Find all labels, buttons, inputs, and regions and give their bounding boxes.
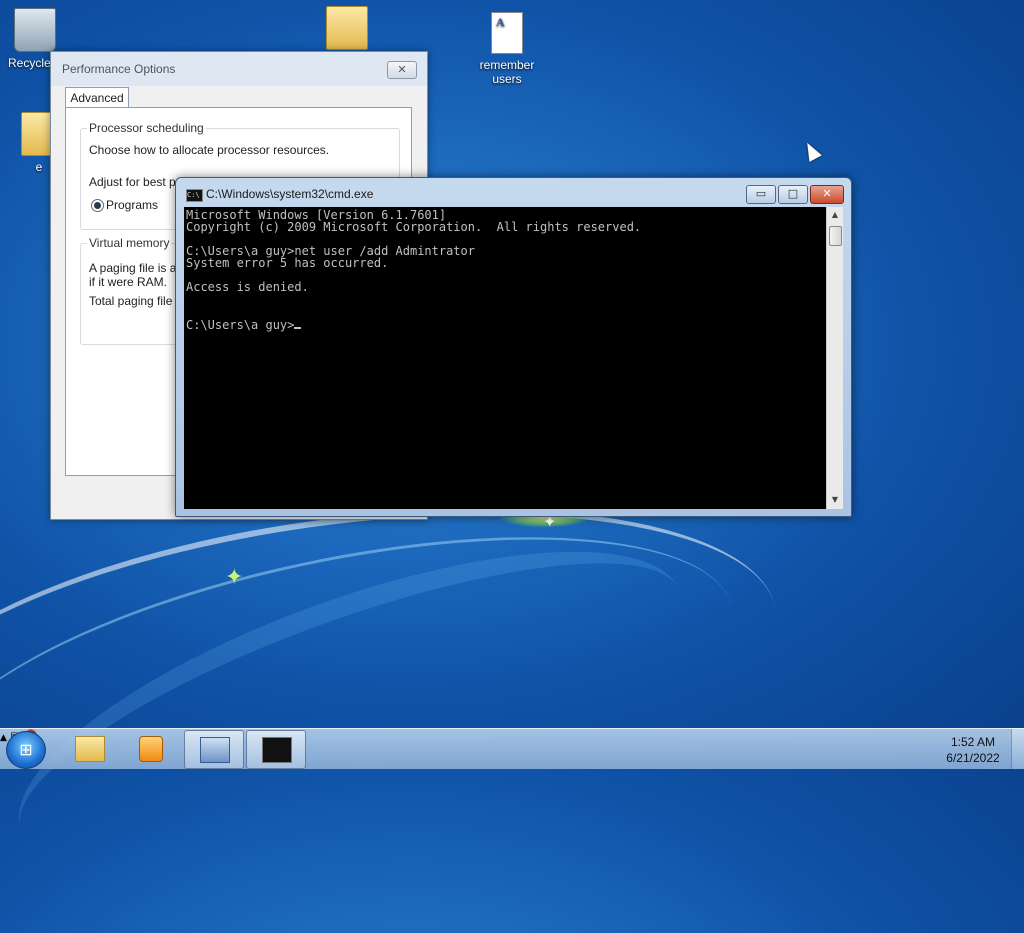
- wallpaper-sparkle: ✦: [225, 565, 244, 590]
- console-prompt-line: C:\Users\a guy>: [186, 317, 828, 331]
- console-prompt: C:\Users\a guy>: [186, 318, 295, 332]
- taskbar-cmd-button[interactable]: [246, 730, 306, 769]
- show-desktop-button[interactable]: [1011, 729, 1024, 769]
- console-line: Access is denied.: [186, 280, 309, 294]
- scroll-down-arrow-icon[interactable]: ▼: [827, 492, 843, 508]
- cmd-icon: C:\: [186, 189, 203, 202]
- clock-time: 1:52 AM: [950, 735, 996, 749]
- paging-description: A paging file is an: [89, 261, 184, 275]
- processor-description: Choose how to allocate processor resourc…: [89, 143, 330, 157]
- console-line: Copyright (c) 2009 Microsoft Corporation…: [186, 220, 642, 234]
- taskbar-control-panel-button[interactable]: [184, 730, 244, 769]
- taskbar: ⊞ ▲ ⧉ 🔇 1:52 AM 6/21/2022: [0, 728, 1024, 769]
- minimize-icon: ▭: [755, 187, 767, 200]
- scroll-up-arrow-icon[interactable]: ▲: [827, 207, 843, 223]
- close-button[interactable]: ✕: [387, 61, 417, 79]
- programs-radio[interactable]: [91, 199, 104, 212]
- text-cursor: [294, 317, 302, 329]
- vertical-scrollbar[interactable]: ▲ ▼: [826, 207, 843, 509]
- taskbar-explorer-button[interactable]: [60, 730, 118, 767]
- close-icon: ✕: [397, 63, 407, 76]
- paging-description: if it were RAM.: [89, 275, 168, 289]
- start-button[interactable]: ⊞: [6, 731, 46, 769]
- folder-icon: [75, 736, 105, 762]
- desktop-icon-folder[interactable]: [312, 6, 382, 54]
- maximize-button[interactable]: □: [778, 185, 808, 204]
- minimize-button[interactable]: ▭: [746, 185, 776, 204]
- windows-logo-icon: ⊞: [19, 740, 33, 759]
- media-player-icon: [139, 736, 163, 762]
- document-icon: [491, 12, 523, 54]
- adjust-label: Adjust for best pe: [89, 175, 183, 189]
- folder-icon: [326, 6, 368, 50]
- scroll-thumb[interactable]: [829, 226, 842, 246]
- console-output[interactable]: Microsoft Windows [Version 6.1.7601] Copy…: [184, 207, 828, 509]
- desktop-icon-label: remember users: [479, 58, 535, 86]
- window-title: C:\Windows\system32\cmd.exe: [206, 187, 374, 201]
- tab-advanced[interactable]: Advanced: [65, 87, 129, 108]
- maximize-icon: □: [787, 187, 799, 200]
- cmd-window[interactable]: C:\ C:\Windows\system32\cmd.exe ▭ □ ✕ Mi…: [175, 177, 852, 517]
- window-title: Performance Options: [62, 62, 176, 76]
- system-properties-icon: [200, 737, 230, 763]
- console-line: System error 5 has occurred.: [186, 256, 389, 270]
- show-hidden-icons-button[interactable]: ▲: [0, 733, 7, 743]
- total-paging-label: Total paging file si: [89, 294, 185, 308]
- group-legend: Processor scheduling: [87, 121, 206, 135]
- programs-label: Programs: [106, 198, 159, 212]
- desktop-icon-remember-users[interactable]: remember users: [472, 12, 542, 86]
- clock[interactable]: 1:52 AM 6/21/2022: [940, 734, 1006, 766]
- taskbar-media-player-button[interactable]: [122, 730, 180, 767]
- close-icon: ✕: [822, 187, 832, 200]
- recycle-bin-icon: [14, 8, 56, 52]
- cmd-icon: [262, 737, 292, 763]
- clock-date: 6/21/2022: [946, 751, 1000, 765]
- mouse-pointer-icon: [801, 139, 822, 162]
- close-button[interactable]: ✕: [810, 185, 844, 204]
- group-legend: Virtual memory: [87, 236, 172, 250]
